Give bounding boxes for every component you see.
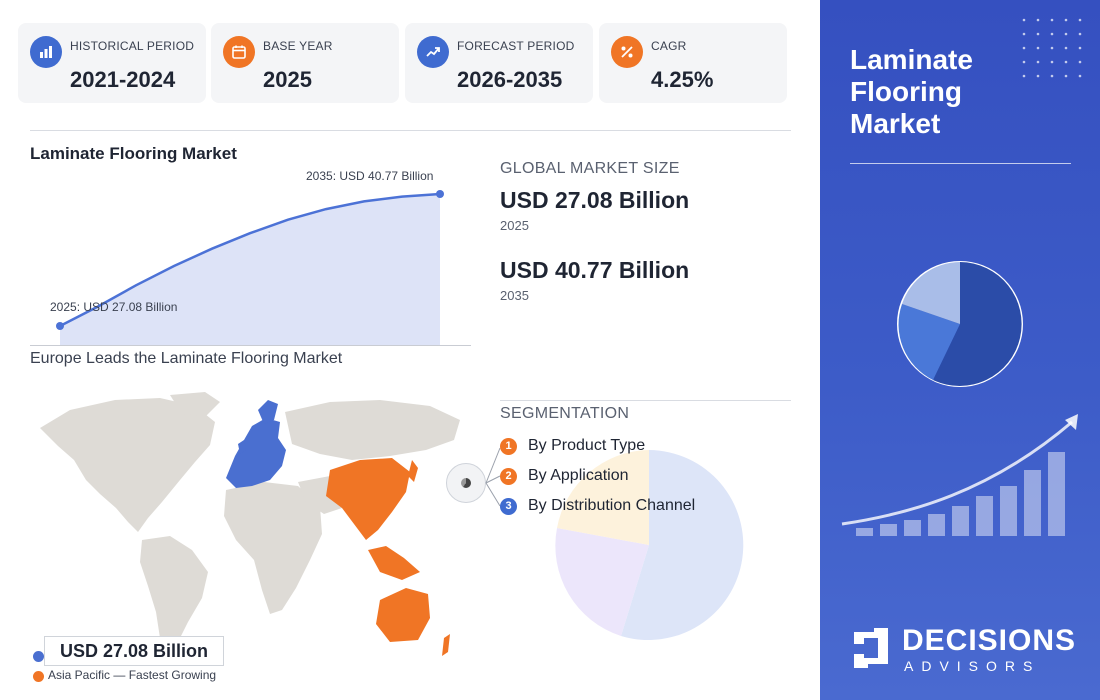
stat-card-base-year: BASE YEAR 2025 bbox=[211, 23, 399, 103]
segmentation-label: SEGMENTATION bbox=[500, 405, 630, 422]
market-value-2035: USD 40.77 Billion bbox=[500, 257, 690, 283]
brand-name: DECISIONS bbox=[902, 624, 1077, 657]
stat-card-cagr: CAGR 4.25% bbox=[599, 23, 787, 103]
segment-number: 3 bbox=[500, 497, 517, 515]
panel-title: Laminate Flooring Market bbox=[850, 44, 973, 139]
chart-area-fill bbox=[60, 194, 440, 345]
asia-pacific-region bbox=[326, 458, 410, 540]
market-year-2035: 2035 bbox=[500, 288, 529, 303]
stat-label: CAGR bbox=[651, 39, 687, 53]
north-asia-region bbox=[285, 400, 460, 460]
pie-decoration bbox=[897, 261, 1023, 387]
europe-region bbox=[226, 418, 286, 488]
southeast-asia-region bbox=[368, 546, 420, 580]
report-title-panel: Laminate Flooring Market DECISIONS ADVIS… bbox=[820, 0, 1100, 700]
europe-legend-dot bbox=[33, 651, 44, 662]
segment-number: 1 bbox=[500, 437, 517, 455]
map-title: Europe Leads the Laminate Flooring Marke… bbox=[30, 350, 343, 367]
north-america-region bbox=[40, 398, 215, 532]
chart-start-annotation: 2025: USD 27.08 Billion bbox=[50, 300, 178, 314]
calendar-icon bbox=[223, 36, 255, 68]
asia-pacific-legend-dot bbox=[33, 671, 44, 682]
stat-label: HISTORICAL PERIOD bbox=[70, 39, 195, 53]
stat-card-historical: HISTORICAL PERIOD 2021-2024 bbox=[18, 23, 206, 103]
growth-bars-decoration bbox=[841, 414, 1078, 536]
global-market-size-label: GLOBAL MARKET SIZE bbox=[500, 160, 680, 177]
market-size-badge: USD 27.08 Billion bbox=[44, 636, 224, 666]
stat-value: 2025 bbox=[263, 67, 312, 92]
stat-value: 2021-2024 bbox=[70, 67, 176, 92]
segment-product-type: 1 By Product Type bbox=[500, 435, 645, 457]
divider bbox=[30, 130, 791, 131]
stat-label: BASE YEAR bbox=[263, 39, 333, 53]
segment-label: By Application bbox=[528, 467, 629, 484]
asia-pacific-legend-text: Asia Pacific — Fastest Growing bbox=[48, 668, 217, 682]
market-year-2025: 2025 bbox=[500, 218, 529, 233]
market-value-2025: USD 27.08 Billion bbox=[500, 187, 690, 213]
panel-divider bbox=[850, 163, 1071, 164]
new-zealand-region bbox=[442, 634, 450, 656]
stat-card-forecast: FORECAST PERIOD 2026-2035 bbox=[405, 23, 593, 103]
chart-point bbox=[56, 322, 64, 330]
segmentation-divider bbox=[500, 400, 791, 401]
stat-value: 4.25% bbox=[651, 67, 714, 92]
stat-value: 2026-2035 bbox=[457, 67, 563, 92]
chart-title: Laminate Flooring Market bbox=[30, 144, 237, 163]
segment-label: By Distribution Channel bbox=[528, 497, 696, 514]
australia-region bbox=[376, 588, 430, 642]
trend-up-icon bbox=[417, 36, 449, 68]
brand-subtitle: ADVISORS bbox=[904, 658, 1041, 674]
percent-icon bbox=[611, 36, 643, 68]
market-growth-chart bbox=[56, 190, 444, 345]
scandinavia-region bbox=[258, 400, 278, 424]
japan-region bbox=[408, 460, 418, 482]
segment-application: 2 By Application bbox=[500, 465, 629, 487]
segment-label: By Product Type bbox=[528, 437, 646, 454]
segment-number: 2 bbox=[500, 467, 517, 485]
chart-end-annotation: 2035: USD 40.77 Billion bbox=[306, 169, 434, 183]
chart-baseline bbox=[30, 345, 471, 346]
bar-chart-icon bbox=[30, 36, 62, 68]
segment-distribution-channel: 3 By Distribution Channel bbox=[500, 495, 695, 517]
chart-point bbox=[436, 190, 444, 198]
decisions-advisors-logo-icon bbox=[854, 628, 888, 668]
world-map bbox=[40, 392, 460, 658]
stat-label: FORECAST PERIOD bbox=[457, 39, 575, 53]
